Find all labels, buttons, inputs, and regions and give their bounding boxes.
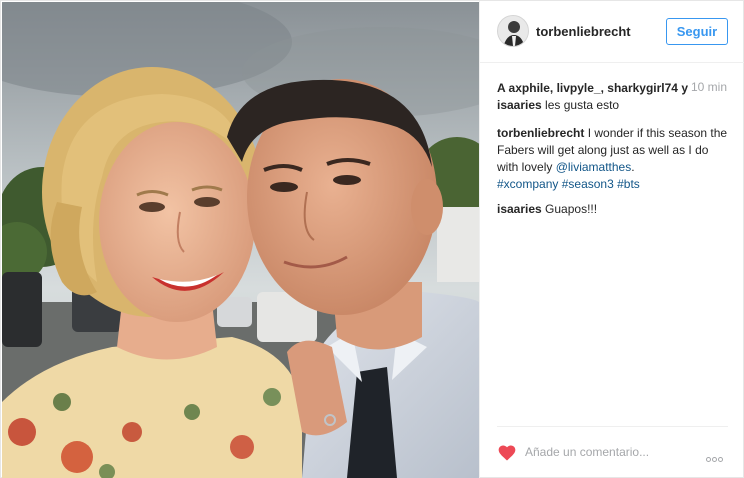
more-options-icon[interactable]	[706, 449, 728, 462]
dot-icon	[718, 457, 723, 462]
caption-text-end: .	[631, 160, 635, 174]
dot-icon	[706, 457, 711, 462]
comment-item: isaaries Guapos!!!	[497, 201, 732, 218]
comment-text: Guapos!!!	[541, 202, 598, 216]
caption: torbenliebrecht I wonder if this season …	[497, 125, 732, 193]
selfie-image	[2, 2, 479, 478]
hashtag-link[interactable]: #xcompany	[497, 177, 558, 191]
comments-list: torbenliebrecht I wonder if this season …	[497, 125, 732, 226]
avatar-image	[498, 16, 528, 46]
post-side-panel: torbenliebrecht Seguir A axphile, livpyl…	[479, 1, 744, 478]
likes-suffix: les gusta esto	[541, 98, 620, 112]
follow-button[interactable]: Seguir	[666, 18, 728, 45]
heart-icon[interactable]	[497, 443, 517, 463]
post-header: torbenliebrecht Seguir	[480, 1, 744, 63]
mention-link[interactable]: @liviamatthes	[556, 160, 632, 174]
post-timestamp[interactable]: 10 min	[691, 80, 727, 94]
avatar[interactable]	[497, 15, 529, 47]
comment-author-link[interactable]: isaaries	[497, 202, 542, 216]
hashtag-link[interactable]: #season3	[562, 177, 614, 191]
caption-author-link[interactable]: torbenliebrecht	[497, 126, 584, 140]
post-footer	[497, 426, 728, 478]
dot-icon	[712, 457, 717, 462]
username-link[interactable]: torbenliebrecht	[536, 24, 631, 39]
hashtag-link[interactable]: #bts	[617, 177, 640, 191]
post-photo[interactable]	[2, 2, 479, 478]
instagram-post: torbenliebrecht Seguir A axphile, livpyl…	[0, 0, 744, 478]
comment-input[interactable]	[525, 440, 695, 464]
